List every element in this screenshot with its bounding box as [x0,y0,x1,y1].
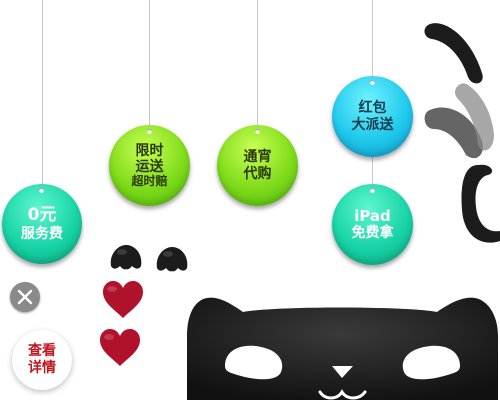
overnight-tag-line1: 通宵 [243,149,272,166]
free-service-fee-tag-line2: 服务费 [21,225,63,242]
heart-icon [100,329,140,366]
view-details-button[interactable]: 查看 详情 [12,330,72,390]
red-packet-tag-line1: 红包 [358,100,387,117]
ipad-tag-line1: iPad [354,206,391,225]
hanging-string [257,0,258,128]
cat-paw-icon [156,247,188,272]
hanging-string [372,157,373,187]
free-service-fee-tag[interactable]: 0元 服务费 [2,184,82,264]
cat-paw-icon [110,245,142,270]
close-button[interactable] [10,282,40,312]
ipad-tag-line2: 免费拿 [351,225,394,242]
overnight-tag-line2: 代购 [243,165,272,182]
overnight-purchase-tag[interactable]: 通宵 代购 [217,125,298,206]
heart-icon [103,281,143,318]
free-service-fee-tag-line1: 0元 [27,205,57,226]
limited-time-tag-line3: 超时赔 [131,173,168,188]
hanging-string [42,0,43,188]
red-packet-tag[interactable]: 红包 大派送 [332,76,413,157]
limited-time-tag-line1: 限时 [135,142,164,159]
close-icon [17,289,33,305]
red-packet-tag-line2: 大派送 [351,116,394,133]
tmall-cat-head [187,297,498,400]
hanging-string [149,0,150,128]
limited-time-tag-line2: 运送 [135,158,164,175]
view-details-label-line2: 详情 [28,360,56,376]
view-details-label-line1: 查看 [28,343,56,360]
limited-time-delivery-tag[interactable]: 限时 运送 超时赔 [109,125,190,206]
hanging-string [372,0,373,80]
cat-ear-sprites [424,23,500,243]
ipad-giveaway-tag[interactable]: iPad 免费拿 [332,184,413,265]
